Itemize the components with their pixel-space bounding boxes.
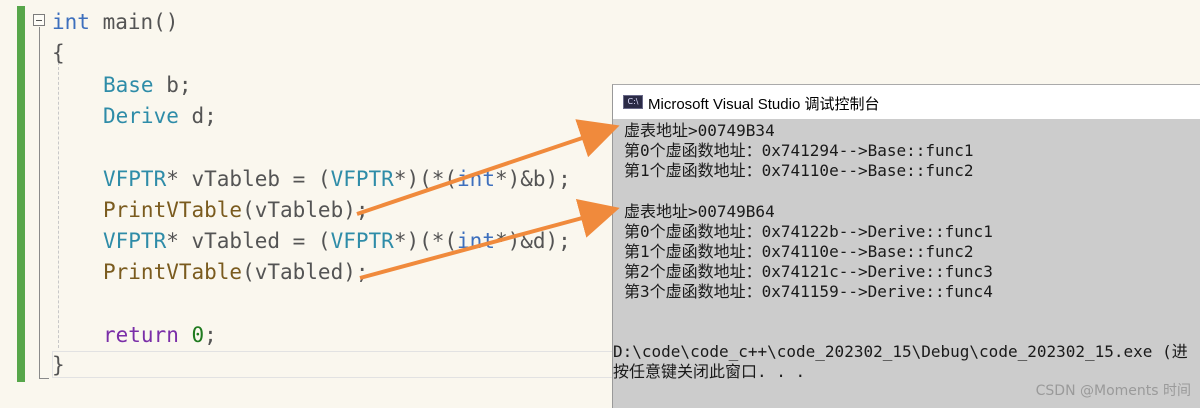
code-token: 0 — [191, 323, 205, 347]
code-token: ; — [204, 323, 217, 347]
code-token: *)(*( — [393, 229, 458, 253]
code-token: *)&b); — [494, 167, 571, 191]
code-token: PrintVTable — [103, 260, 243, 284]
collapse-toggle-icon[interactable] — [33, 14, 45, 26]
console-line: 虚表地址>00749B34 — [624, 121, 775, 140]
code-token: int — [52, 10, 90, 34]
code-line-vtableb[interactable]: VFPTR* vTableb = (VFPTR*)(*(int*)&b); — [103, 166, 571, 192]
console-line: 第0个虚函数地址：0x741294-->Base::func1 — [624, 141, 974, 160]
code-token: { — [52, 41, 65, 65]
code-token: VFPTR — [103, 229, 167, 253]
code-token: (vTabled); — [242, 260, 369, 284]
code-line-open-brace[interactable]: { — [52, 40, 65, 66]
outline-guide — [39, 27, 40, 378]
console-titlebar[interactable]: C:\ Microsoft Visual Studio 调试控制台 — [613, 85, 1200, 119]
outline-guide-end — [39, 378, 49, 379]
console-line: 第3个虚函数地址：0x741159-->Derive::func4 — [624, 282, 993, 301]
console-app-icon: C:\ — [623, 95, 643, 109]
code-token: main() — [89, 10, 179, 34]
debug-console-window[interactable]: C:\ Microsoft Visual Studio 调试控制台 虚表地址>0… — [612, 84, 1200, 408]
code-line-close-brace[interactable]: } — [52, 352, 65, 378]
code-token: *)&d); — [494, 229, 571, 253]
console-line: 虚表地址>00749B64 — [624, 202, 775, 221]
code-line-print-b[interactable]: PrintVTable(vTableb); — [103, 197, 369, 223]
code-line-return[interactable]: return 0; — [103, 322, 217, 348]
code-token: VFPTR — [330, 229, 394, 253]
code-token: return — [103, 323, 179, 347]
console-line: 第0个虚函数地址：0x74122b-->Derive::func1 — [624, 222, 993, 241]
console-output[interactable]: 虚表地址>00749B34 第0个虚函数地址：0x741294-->Base::… — [613, 121, 1200, 408]
console-line: 第1个虚函数地址：0x74110e-->Base::func2 — [624, 242, 974, 261]
change-tracking-bar — [17, 6, 25, 382]
console-line: 按任意键关闭此窗口. . . — [613, 362, 806, 381]
console-line: 第1个虚函数地址：0x74110e-->Base::func2 — [624, 161, 974, 180]
code-token: PrintVTable — [103, 198, 243, 222]
code-token: * vTableb = ( — [166, 167, 331, 191]
console-title: Microsoft Visual Studio 调试控制台 — [648, 96, 880, 113]
code-token: Derive — [103, 104, 179, 128]
code-token: b; — [153, 73, 192, 97]
code-line-print-d[interactable]: PrintVTable(vTabled); — [103, 259, 369, 285]
code-token: *)(*( — [393, 167, 458, 191]
code-line-vtabled[interactable]: VFPTR* vTabled = (VFPTR*)(*(int*)&d); — [103, 228, 571, 254]
code-token: } — [52, 353, 65, 377]
code-token: d; — [178, 104, 217, 128]
watermark: CSDN @Moments 时间 — [1035, 383, 1191, 399]
code-token: (vTableb); — [242, 198, 369, 222]
code-token: int — [457, 229, 495, 253]
console-line: D:\code\code_c++\code_202302_15\Debug\co… — [613, 342, 1188, 361]
code-token: * vTabled = ( — [166, 229, 331, 253]
console-line: 第2个虚函数地址：0x74121c-->Derive::func3 — [624, 262, 993, 281]
code-token: Base — [103, 73, 154, 97]
code-token: VFPTR — [330, 167, 394, 191]
code-line-main[interactable]: int main() — [52, 9, 178, 35]
code-line-base-b[interactable]: Base b; — [103, 72, 192, 98]
code-line-derive-d[interactable]: Derive d; — [103, 103, 217, 129]
code-token: int — [457, 167, 495, 191]
indent-guide — [58, 62, 59, 348]
code-token: VFPTR — [103, 167, 167, 191]
